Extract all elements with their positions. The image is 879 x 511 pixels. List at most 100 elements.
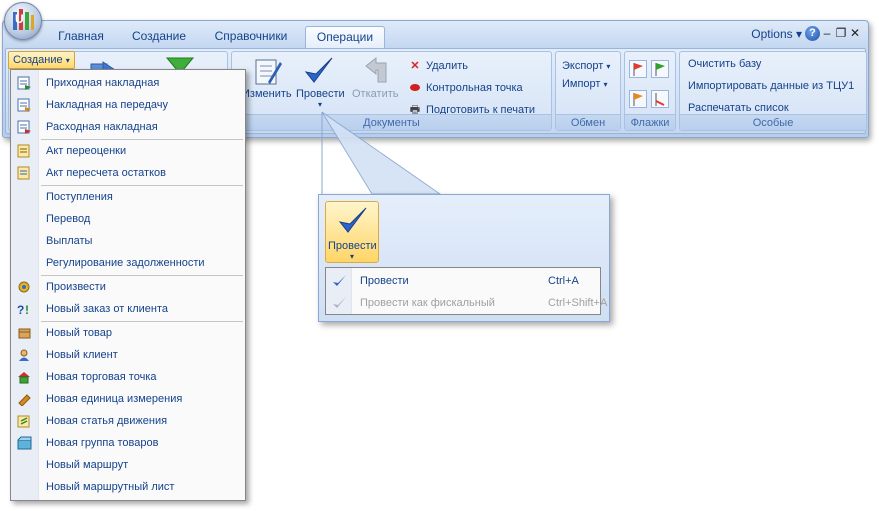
delete-button[interactable]: ✕ Удалить <box>408 56 468 76</box>
outgoing-invoice-icon <box>17 120 31 134</box>
export-label: Экспорт <box>562 60 604 72</box>
menu-item-label: Новый заказ от клиента <box>46 303 169 315</box>
clear-flag-icon[interactable] <box>651 90 669 108</box>
import-data-button[interactable]: Импортировать данные из ТЦУ1 <box>688 76 854 96</box>
chevron-down-icon: ▾ <box>65 56 70 65</box>
svg-text:?: ? <box>17 303 24 316</box>
post-button[interactable]: Провести <box>296 88 345 100</box>
import-label: Импорт <box>562 78 601 90</box>
product-group-icon <box>17 436 32 450</box>
unit-icon <box>18 394 31 406</box>
options-menu[interactable]: Options ▾ <box>751 27 802 41</box>
chevron-down-icon: ▾ <box>350 252 355 261</box>
menu-item-label: Выплаты <box>46 235 93 247</box>
menu-item-label: Новый маршрутный лист <box>46 481 175 493</box>
menu-item-label: Новый клиент <box>46 349 118 361</box>
restore-icon[interactable]: ❐ <box>834 26 848 40</box>
menu-item-outgoing-invoice[interactable]: Расходная накладная <box>11 116 245 138</box>
import-button[interactable]: Импорт ▾ <box>562 74 608 94</box>
submenu-shortcut: Ctrl+Shift+A <box>548 297 608 309</box>
flags-group: Флажки <box>624 51 676 131</box>
options-label: Options <box>751 27 793 41</box>
post-checkmark-icon <box>333 275 346 286</box>
submenu-item-label: Провести как фискальный <box>360 297 495 309</box>
menu-item-debt-regulation[interactable]: Регулирование задолженности <box>11 252 245 274</box>
post-checkmark-icon <box>338 207 367 233</box>
menu-item-new-route-sheet[interactable]: Новый маршрутный лист <box>11 476 245 498</box>
menu-item-new-movement[interactable]: Новая статья движения <box>11 410 245 432</box>
movement-icon <box>17 415 30 428</box>
popup-post-button[interactable]: Провести ▾ <box>325 201 379 263</box>
revaluation-icon <box>17 144 30 158</box>
checkpoint-label: Контрольная точка <box>426 82 523 94</box>
documents-group: Изменить Провести ▾ Откатить ✕ Удалить Ко… <box>231 51 552 131</box>
rollback-button[interactable]: Откатить <box>352 88 398 100</box>
edit-document-icon <box>255 59 282 85</box>
menu-item-label: Перевод <box>46 213 91 225</box>
submenu-item-post[interactable]: Провести Ctrl+A <box>326 270 600 292</box>
menu-item-client-order[interactable]: ?! Новый заказ от клиента <box>11 298 245 320</box>
menu-item-label: Акт пересчета остатков <box>46 167 166 179</box>
menu-item-transfer-invoice[interactable]: Накладная на передачу <box>11 94 245 116</box>
product-icon <box>18 328 31 339</box>
menu-item-label: Новый маршрут <box>46 459 129 471</box>
transfer-invoice-icon <box>17 98 31 112</box>
menu-item-label: Новая группа товаров <box>46 437 159 449</box>
menu-item-label: Накладная на передачу <box>46 99 168 111</box>
store-icon <box>18 372 30 384</box>
svg-text:U: U <box>15 12 24 26</box>
menu-item-payments[interactable]: Выплаты <box>11 230 245 252</box>
recount-icon <box>17 166 30 180</box>
app-logo-icon[interactable]: U <box>4 2 42 40</box>
menu-item-recount[interactable]: Акт пересчета остатков <box>11 162 245 184</box>
checkpoint-icon <box>408 78 422 98</box>
flags-group-label: Флажки <box>625 114 675 130</box>
post-dropdown-arrow-icon[interactable]: ▾ <box>318 100 322 109</box>
tab-operations[interactable]: Операции <box>305 26 385 48</box>
menu-item-new-product-group[interactable]: Новая группа товаров <box>11 432 245 454</box>
orange-flag-icon[interactable] <box>629 90 647 108</box>
menu-item-produce[interactable]: Произвести <box>11 276 245 298</box>
menu-item-new-route[interactable]: Новый маршрут <box>11 454 245 476</box>
menu-item-incoming-invoice[interactable]: Приходная накладная <box>11 72 245 94</box>
clear-database-button[interactable]: Очистить базу <box>688 54 761 74</box>
fiscal-post-icon <box>333 297 346 308</box>
ribbon-tabbar: Главная Создание Справочники Операции Op… <box>3 21 868 48</box>
menu-item-new-store[interactable]: Новая торговая точка <box>11 366 245 388</box>
help-icon[interactable]: ? <box>805 26 820 41</box>
menu-item-transfer[interactable]: Перевод <box>11 208 245 230</box>
minimize-icon[interactable]: – <box>820 26 834 40</box>
incoming-invoice-icon <box>17 76 31 90</box>
client-order-icon: ?! <box>17 303 29 316</box>
menu-item-new-client[interactable]: Новый клиент <box>11 344 245 366</box>
post-submenu: Провести Ctrl+A Провести как фискальный … <box>325 267 607 315</box>
close-icon[interactable]: ✕ <box>848 26 862 40</box>
green-flag-icon[interactable] <box>651 60 669 78</box>
checkpoint-button[interactable]: Контрольная точка <box>408 78 523 98</box>
menu-item-label: Новая статья движения <box>46 415 168 427</box>
documents-group-label: Документы <box>232 114 551 130</box>
tab-directories[interactable]: Справочники <box>203 26 299 48</box>
create-menu: Приходная накладная Накладная на передач… <box>10 69 246 501</box>
menu-item-new-unit[interactable]: Новая единица измерения <box>11 388 245 410</box>
special-group-label: Особые <box>680 114 866 130</box>
special-group: Очистить базу Импортировать данные из ТЦ… <box>679 51 867 131</box>
menu-item-new-product[interactable]: Новый товар <box>11 322 245 344</box>
tab-home[interactable]: Главная <box>51 26 111 48</box>
export-button[interactable]: Экспорт ▾ <box>562 56 610 76</box>
delete-x-icon: ✕ <box>410 60 420 72</box>
tab-create[interactable]: Создание <box>123 26 195 48</box>
create-dropdown-button[interactable]: Создание ▾ <box>8 51 75 69</box>
exchange-group: Экспорт ▾ Импорт ▾ Обмен <box>555 51 621 131</box>
produce-icon <box>18 281 30 293</box>
red-flag-icon[interactable] <box>629 60 647 78</box>
menu-item-revaluation[interactable]: Акт переоценки <box>11 140 245 162</box>
change-button[interactable]: Изменить <box>242 88 292 100</box>
client-icon <box>19 349 29 361</box>
post-checkmark-icon <box>304 57 333 83</box>
menu-item-label: Регулирование задолженности <box>46 257 205 269</box>
menu-item-receipts[interactable]: Поступления <box>11 186 245 208</box>
post-dropdown-popup: Провести ▾ Провести Ctrl+A Провести как … <box>318 194 610 322</box>
submenu-shortcut: Ctrl+A <box>548 275 579 287</box>
menu-item-label: Новая торговая точка <box>46 371 157 383</box>
